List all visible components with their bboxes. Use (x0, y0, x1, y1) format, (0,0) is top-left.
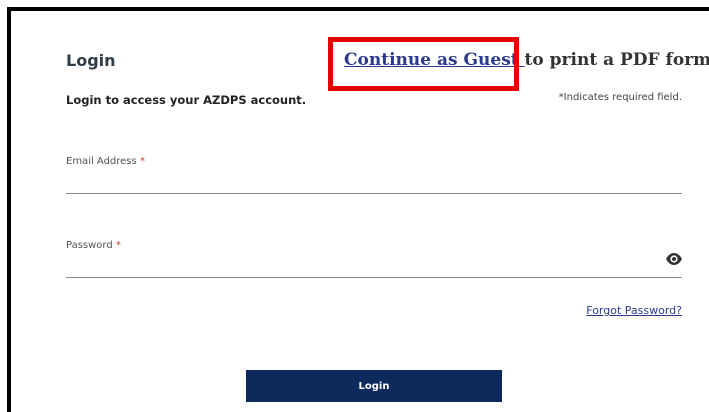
password-label: Password * (66, 240, 121, 251)
eye-icon[interactable] (665, 251, 683, 265)
required-field-note: *Indicates required field. (558, 92, 682, 103)
guest-line: Continue as Guest to print a PDF form (344, 50, 709, 70)
forgot-password-link[interactable]: Forgot Password? (586, 304, 682, 317)
email-label-text: Email Address (66, 156, 137, 167)
email-required-star: * (139, 156, 145, 167)
password-input[interactable] (66, 254, 682, 278)
email-input[interactable] (66, 170, 682, 194)
form-subtitle: Login to access your AZDPS account. (66, 93, 307, 107)
guest-line-suffix: to print a PDF form (524, 50, 709, 70)
login-button[interactable]: Login (246, 370, 502, 402)
email-label: Email Address * (66, 156, 145, 167)
password-label-text: Password (66, 240, 113, 251)
password-required-star: * (115, 240, 121, 251)
page-title: Login (66, 51, 116, 70)
continue-as-guest-link[interactable]: Continue as Guest (344, 50, 525, 70)
